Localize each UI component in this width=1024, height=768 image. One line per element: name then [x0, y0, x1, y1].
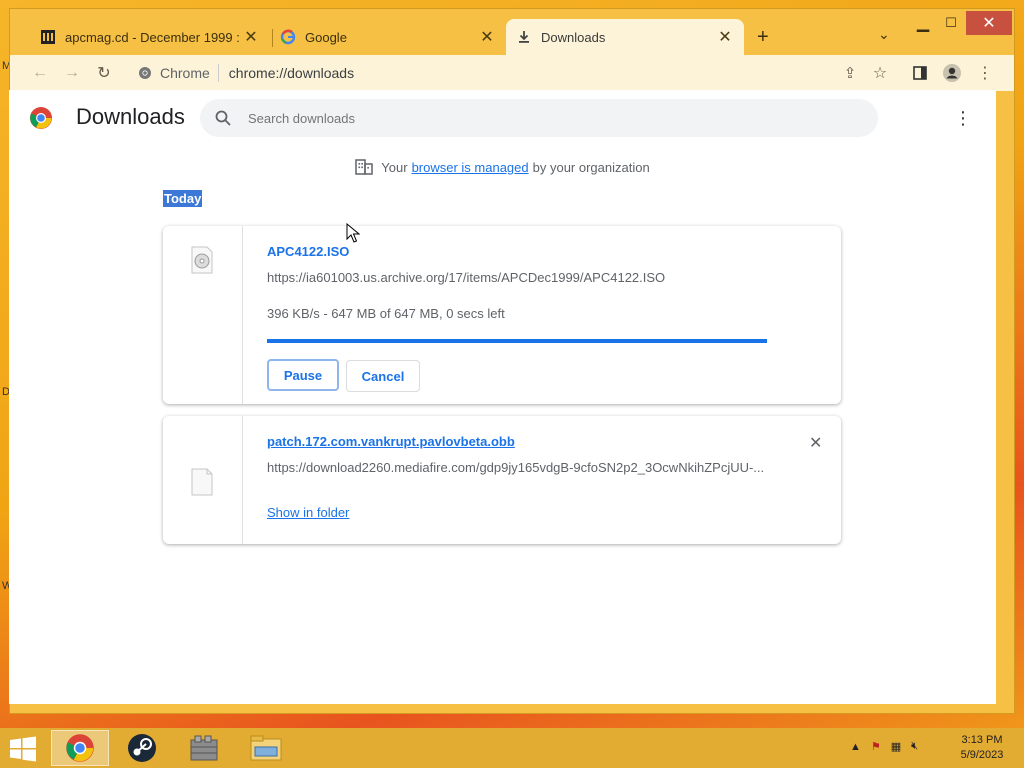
chrome-logo-icon — [30, 107, 52, 129]
action-center-flag-icon[interactable]: ⚑ — [871, 740, 881, 753]
back-arrow-icon[interactable]: ← — [28, 61, 52, 85]
address-bar[interactable]: Chrome chrome://downloads — [128, 59, 898, 87]
chrome-icon — [139, 67, 151, 79]
tab-title: Downloads — [541, 29, 606, 45]
forward-arrow-icon[interactable]: → — [60, 61, 84, 85]
menu-kebab-icon[interactable]: ⋮ — [973, 61, 997, 85]
disc-image-file-icon — [191, 246, 213, 274]
search-input[interactable] — [248, 110, 808, 126]
chrome-icon[interactable] — [51, 730, 109, 766]
tab-title: Google — [305, 29, 347, 45]
side-panel-icon[interactable] — [908, 61, 932, 85]
download-item: patch.172.com.vankrupt.pavlovbeta.obb ht… — [163, 416, 841, 544]
downloads-page: Downloads ⋮ Your browser is managed by y… — [9, 90, 996, 704]
minimize-button[interactable]: ▁ — [910, 11, 936, 35]
site-chip[interactable]: Chrome — [128, 64, 219, 82]
download-url[interactable]: https://ia601003.us.archive.org/17/items… — [267, 270, 767, 285]
pause-button[interactable]: Pause — [267, 359, 339, 391]
tab-title: apcmag.cd - December 1999 : Au — [65, 29, 242, 45]
close-icon[interactable]: ✕ — [242, 27, 260, 47]
mouse-cursor-icon — [346, 223, 360, 243]
cancel-button[interactable]: Cancel — [346, 360, 420, 392]
browser-toolbar: ← → ↻ Chrome chrome://downloads ⇪ ☆ ⋮ — [10, 55, 1014, 91]
managed-suffix: by your organization — [532, 159, 650, 175]
downloads-header: Downloads ⋮ — [9, 90, 996, 146]
close-icon[interactable]: ✕ — [716, 27, 734, 47]
download-icon — [516, 29, 532, 45]
reload-icon[interactable]: ↻ — [92, 61, 116, 85]
tab-apcmag[interactable]: apcmag.cd - December 1999 : Au ✕ — [30, 19, 270, 55]
download-status: 396 KB/s - 647 MB of 647 MB, 0 secs left — [267, 306, 505, 321]
download-url[interactable]: https://download2260.mediafire.com/gdp9j… — [267, 460, 767, 475]
search-downloads-field[interactable] — [200, 99, 878, 137]
profile-avatar-icon[interactable] — [940, 61, 964, 85]
close-window-button[interactable]: ✕ — [966, 11, 1012, 35]
address-url: chrome://downloads — [228, 65, 355, 81]
chevron-up-icon[interactable]: ▲ — [850, 741, 861, 753]
system-tray: ▲ ⚑ ▦ 🔇︎ — [850, 740, 918, 753]
windows-start-icon[interactable] — [9, 736, 37, 762]
file-explorer-icon[interactable] — [237, 730, 295, 766]
managed-notice: Your browser is managed by your organiza… — [9, 159, 996, 175]
page-title: Downloads — [76, 104, 185, 129]
download-item: APC4122.ISO https://ia601003.us.archive.… — [163, 226, 841, 404]
archive-icon — [40, 29, 56, 45]
download-file-name[interactable]: APC4122.ISO — [267, 244, 349, 259]
managed-prefix: Your — [381, 159, 408, 175]
taskbar: ▲ ⚑ ▦ 🔇︎ 3:13 PM 5/9/2023 — [0, 728, 1024, 768]
chevron-down-icon[interactable]: ⌄ — [878, 26, 890, 43]
clock-time: 3:13 PM — [961, 734, 1003, 746]
share-icon[interactable]: ⇪ — [838, 61, 862, 85]
network-icon[interactable]: ▦ — [891, 740, 901, 753]
remove-from-list-close-icon[interactable]: ✕ — [809, 433, 822, 453]
close-icon[interactable]: ✕ — [478, 27, 496, 47]
tab-downloads[interactable]: Downloads ✕ — [506, 19, 744, 55]
search-icon — [215, 110, 231, 126]
steam-icon[interactable] — [113, 730, 171, 766]
tab-google[interactable]: Google ✕ — [270, 19, 506, 55]
file-icon — [191, 468, 213, 496]
new-tab-button[interactable]: + — [757, 26, 769, 49]
tab-strip: apcmag.cd - December 1999 : Au ✕ Google … — [10, 9, 1014, 55]
bookmark-star-icon[interactable]: ☆ — [868, 61, 892, 85]
building-icon — [355, 159, 374, 175]
download-progress-bar — [267, 339, 767, 343]
show-in-folder-link[interactable]: Show in folder — [267, 505, 349, 520]
browser-managed-link[interactable]: browser is managed — [412, 160, 529, 175]
archive-manager-icon[interactable] — [175, 730, 233, 766]
downloads-menu-icon[interactable]: ⋮ — [954, 108, 972, 129]
clock-date: 5/9/2023 — [960, 749, 1004, 761]
maximize-button[interactable]: ☐ — [938, 11, 964, 35]
date-section-label: Today — [163, 190, 203, 207]
site-chip-label: Chrome — [160, 65, 210, 81]
download-file-name[interactable]: patch.172.com.vankrupt.pavlovbeta.obb — [267, 434, 515, 449]
google-icon — [280, 29, 296, 45]
volume-muted-icon[interactable]: 🔇︎ — [911, 740, 918, 753]
progress-fill — [267, 339, 767, 343]
taskbar-clock[interactable]: 3:13 PM 5/9/2023 — [950, 733, 1014, 763]
